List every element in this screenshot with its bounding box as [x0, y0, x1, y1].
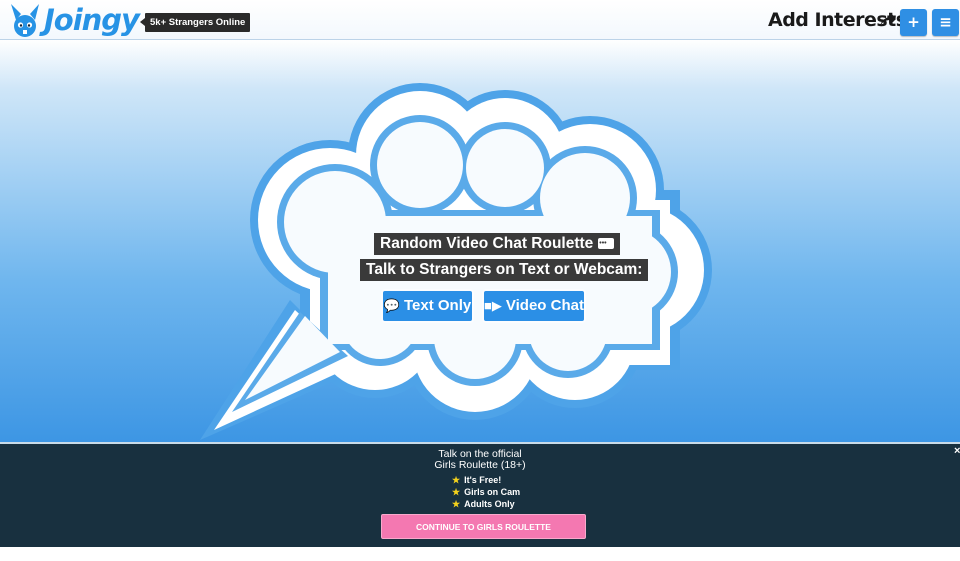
add-interest-button[interactable]: + — [900, 9, 927, 36]
curved-arrow-icon — [880, 13, 896, 26]
text-only-label: Text Only — [403, 297, 472, 314]
logo-text: Joingy — [44, 3, 140, 37]
joingy-logo[interactable]: Joingy — [8, 2, 140, 38]
hero-area: Random Video Chat Roulette Talk to Stran… — [0, 40, 960, 442]
chat-bubble-icon — [598, 233, 615, 255]
top-header: Joingy 5k+ Strangers Online Add Interest… — [0, 0, 960, 40]
promo-feature: ★ Girls on Cam — [452, 487, 521, 497]
promo-feature: ★ It's Free! — [452, 475, 502, 485]
page-bottom — [0, 547, 960, 561]
comments-icon: 💬 — [383, 298, 400, 313]
headline: Random Video Chat Roulette — [374, 233, 621, 255]
headline-text: Random Video Chat Roulette — [380, 235, 594, 252]
star-icon: ★ — [452, 499, 461, 509]
close-promo-icon[interactable]: × — [954, 445, 960, 457]
star-icon: ★ — [452, 487, 461, 497]
promo-line-2: Girls Roulette (18+) — [434, 459, 526, 471]
promo-banner: Talk on the official Girls Roulette (18+… — [0, 442, 960, 547]
continue-girls-roulette-button[interactable]: CONTINUE TO GIRLS ROULETTE — [381, 514, 586, 539]
bunny-icon — [11, 4, 39, 37]
star-icon: ★ — [452, 475, 461, 485]
menu-button[interactable]: ≡ — [932, 9, 959, 36]
video-camera-icon: ■▶ — [484, 298, 502, 313]
subheadline: Talk to Strangers on Text or Webcam: — [360, 259, 649, 281]
video-chat-label: Video Chat — [505, 297, 584, 314]
promo-feature: ★ Adults Only — [452, 499, 515, 509]
text-only-button[interactable]: 💬 Text Only — [383, 291, 472, 321]
online-count-badge: 5k+ Strangers Online — [139, 13, 251, 32]
video-chat-button[interactable]: ■▶ Video Chat — [484, 291, 584, 321]
